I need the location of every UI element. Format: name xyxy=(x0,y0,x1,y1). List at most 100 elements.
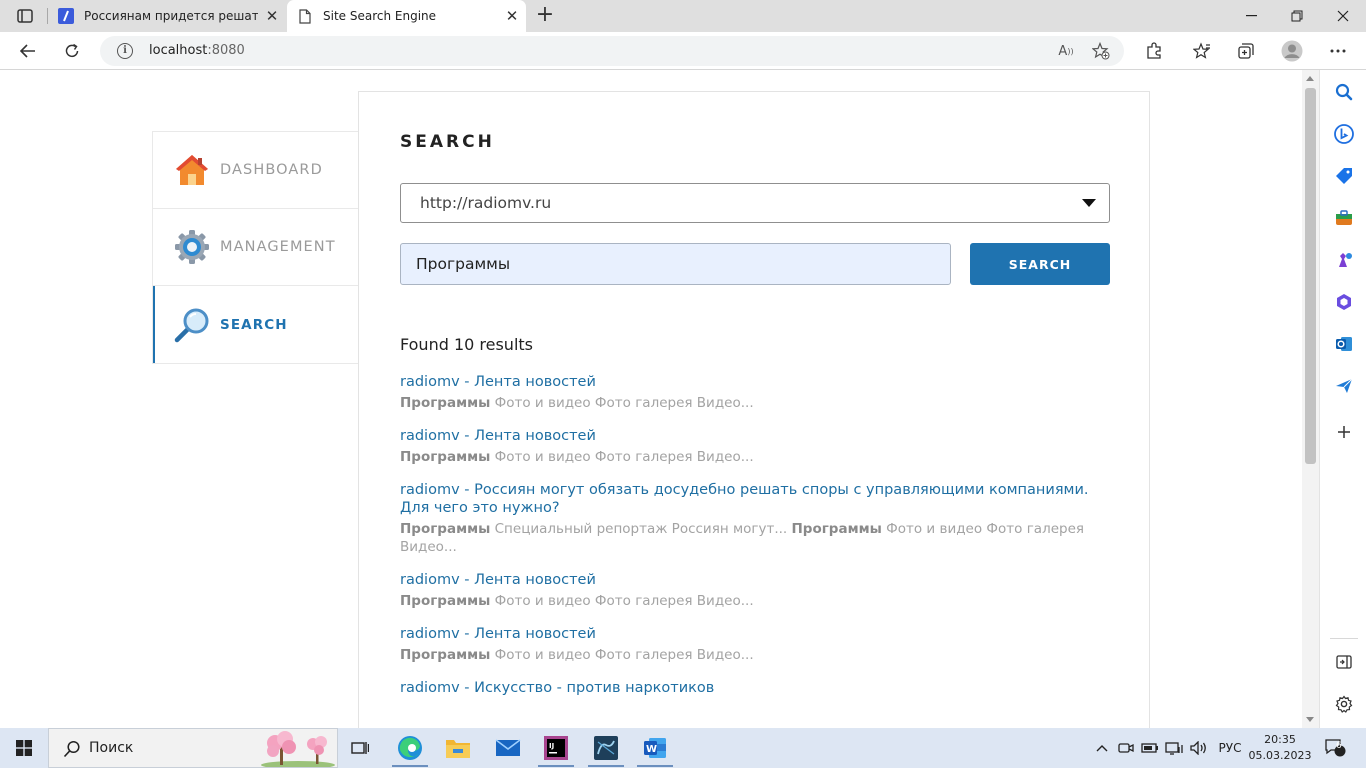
result-title-link[interactable]: radiomv - Искусство - против наркотиков xyxy=(400,679,1100,697)
search-icon[interactable] xyxy=(1334,82,1354,102)
battery-icon[interactable] xyxy=(1140,728,1160,768)
intellij-icon[interactable]: IJ xyxy=(532,728,580,768)
nav-item-management[interactable]: MANAGEMENT xyxy=(153,209,358,286)
result-item: radiomv - Искусство - против наркотиков xyxy=(400,679,1100,697)
office-icon[interactable] xyxy=(1334,292,1354,312)
result-item: radiomv - Лента новостей Программы Фото и… xyxy=(400,571,1100,610)
snippet-text: Фото и видео Фото галерея Видео... xyxy=(490,395,754,411)
add-icon[interactable] xyxy=(1334,422,1354,442)
task-view-icon[interactable] xyxy=(336,728,384,768)
read-aloud-icon[interactable]: A)) xyxy=(1055,41,1077,61)
start-button[interactable] xyxy=(0,728,48,768)
snippet-text: Фото и видео Фото галерея Видео... xyxy=(490,593,754,609)
tab-actions-icon xyxy=(17,9,33,23)
scroll-down-arrow-icon[interactable] xyxy=(1306,717,1314,722)
nav-item-dashboard[interactable]: DASHBOARD xyxy=(153,132,358,209)
site-select[interactable]: http://radiomv.ru xyxy=(400,183,1110,223)
address-url[interactable]: localhost:8080 xyxy=(149,43,245,58)
file-explorer-icon[interactable] xyxy=(434,728,482,768)
close-tab-icon[interactable]: ✕ xyxy=(498,7,526,25)
minimize-icon[interactable] xyxy=(1228,0,1274,32)
search-panel: SEARCH http://radiomv.ru SEARCH Found 10… xyxy=(358,91,1150,728)
settings-icon[interactable] xyxy=(1334,694,1354,714)
sidebar-toggle-icon[interactable] xyxy=(1334,652,1354,672)
windows-taskbar: Поиск IJ W РУС 20:35 05.03.2023 6 xyxy=(0,728,1366,768)
tray-overflow-icon[interactable] xyxy=(1092,728,1112,768)
nav-label: SEARCH xyxy=(220,316,288,333)
notification-icon xyxy=(1325,739,1346,757)
browser-toolbar: i localhost:8080 A)) xyxy=(0,32,1366,70)
result-title-link[interactable]: radiomv - Лента новостей xyxy=(400,571,1100,589)
result-title-link[interactable]: radiomv - Россиян могут обязать досудебн… xyxy=(400,481,1100,517)
close-tab-icon[interactable]: ✕ xyxy=(258,7,286,25)
clock-date: 05.03.2023 xyxy=(1248,749,1312,762)
side-panel-divider xyxy=(1330,638,1358,639)
new-tab-button[interactable]: + xyxy=(532,3,558,29)
extensions-icon[interactable] xyxy=(1140,37,1168,65)
notifications-button[interactable]: 6 xyxy=(1320,728,1350,768)
page-scrollbar[interactable] xyxy=(1302,70,1319,728)
browser-tab-news[interactable]: Россиянам придется решать сп ✕ xyxy=(48,0,286,32)
bing-icon[interactable] xyxy=(1334,124,1354,144)
page-title: SEARCH xyxy=(400,132,495,152)
edge-icon[interactable] xyxy=(386,728,434,768)
site-info-icon[interactable]: i xyxy=(117,43,133,59)
tab-actions-button[interactable] xyxy=(8,4,42,28)
word-icon[interactable]: W xyxy=(631,728,679,768)
send-icon[interactable] xyxy=(1334,376,1354,396)
tab-title: Site Search Engine xyxy=(323,9,437,23)
snippet-text: Фото и видео Фото галерея Видео... xyxy=(490,449,754,465)
games-icon[interactable] xyxy=(1334,250,1354,270)
volume-icon[interactable] xyxy=(1188,728,1210,768)
search-icon xyxy=(63,740,80,758)
results-list: radiomv - Лента новостей Программы Фото и… xyxy=(400,373,1100,712)
house-icon xyxy=(176,155,208,185)
result-title-link[interactable]: radiomv - Лента новостей xyxy=(400,427,1100,445)
nav-item-search[interactable]: SEARCH xyxy=(153,286,358,363)
search-input[interactable] xyxy=(400,243,951,285)
snippet-highlight: Программы xyxy=(400,449,491,465)
search-button[interactable]: SEARCH xyxy=(970,243,1110,285)
back-button[interactable] xyxy=(14,37,42,65)
system-clock[interactable]: 20:35 05.03.2023 xyxy=(1248,732,1312,764)
results-count: Found 10 results xyxy=(400,335,533,354)
favorites-icon[interactable] xyxy=(1188,37,1216,65)
result-snippet: Программы Фото и видео Фото галерея Виде… xyxy=(400,646,1100,664)
scroll-up-arrow-icon[interactable] xyxy=(1306,76,1314,81)
refresh-button[interactable] xyxy=(58,37,86,65)
mysql-workbench-icon[interactable] xyxy=(582,728,630,768)
side-navigation: DASHBOARD MANAGEMENT SEARCH xyxy=(152,131,358,364)
close-icon[interactable] xyxy=(1320,0,1366,32)
result-title-link[interactable]: radiomv - Лента новостей xyxy=(400,625,1100,643)
chevron-down-icon xyxy=(1082,199,1096,207)
svg-text:W: W xyxy=(646,744,657,755)
address-bar[interactable]: i localhost:8080 A)) xyxy=(100,36,1124,66)
snippet-text: Специальный репортаж Россиян могут... xyxy=(490,521,792,537)
cherry-blossom-icon xyxy=(261,731,335,767)
shopping-icon[interactable] xyxy=(1334,166,1354,186)
tools-icon[interactable] xyxy=(1334,208,1354,228)
page-icon xyxy=(297,8,313,24)
result-item: radiomv - Лента новостей Программы Фото и… xyxy=(400,427,1100,466)
browser-tab-site-search[interactable]: Site Search Engine ✕ xyxy=(287,0,526,32)
collections-icon[interactable] xyxy=(1232,37,1260,65)
restore-icon[interactable] xyxy=(1274,0,1320,32)
language-indicator[interactable]: РУС xyxy=(1214,728,1246,768)
more-icon[interactable] xyxy=(1324,37,1352,65)
add-favorite-icon[interactable] xyxy=(1090,41,1112,61)
result-snippet: Программы Фото и видео Фото галерея Виде… xyxy=(400,448,1100,466)
profile-icon[interactable] xyxy=(1278,37,1306,65)
page-viewport: DASHBOARD MANAGEMENT SEARCH SEARCH http:… xyxy=(0,71,1302,728)
result-snippet: Программы Специальный репортаж Россиян м… xyxy=(400,520,1100,556)
svg-text:IJ: IJ xyxy=(549,742,554,750)
network-icon[interactable] xyxy=(1164,728,1184,768)
clock-time: 20:35 xyxy=(1264,733,1296,746)
mail-icon[interactable] xyxy=(484,728,532,768)
meet-now-icon[interactable] xyxy=(1116,728,1136,768)
result-title-link[interactable]: radiomv - Лента новостей xyxy=(400,373,1100,391)
taskbar-search-box[interactable]: Поиск xyxy=(48,728,338,768)
scrollbar-thumb[interactable] xyxy=(1305,88,1316,464)
result-item: radiomv - Россиян могут обязать досудебн… xyxy=(400,481,1100,556)
outlook-icon[interactable] xyxy=(1334,334,1354,354)
snippet-highlight: Программы xyxy=(791,521,882,537)
